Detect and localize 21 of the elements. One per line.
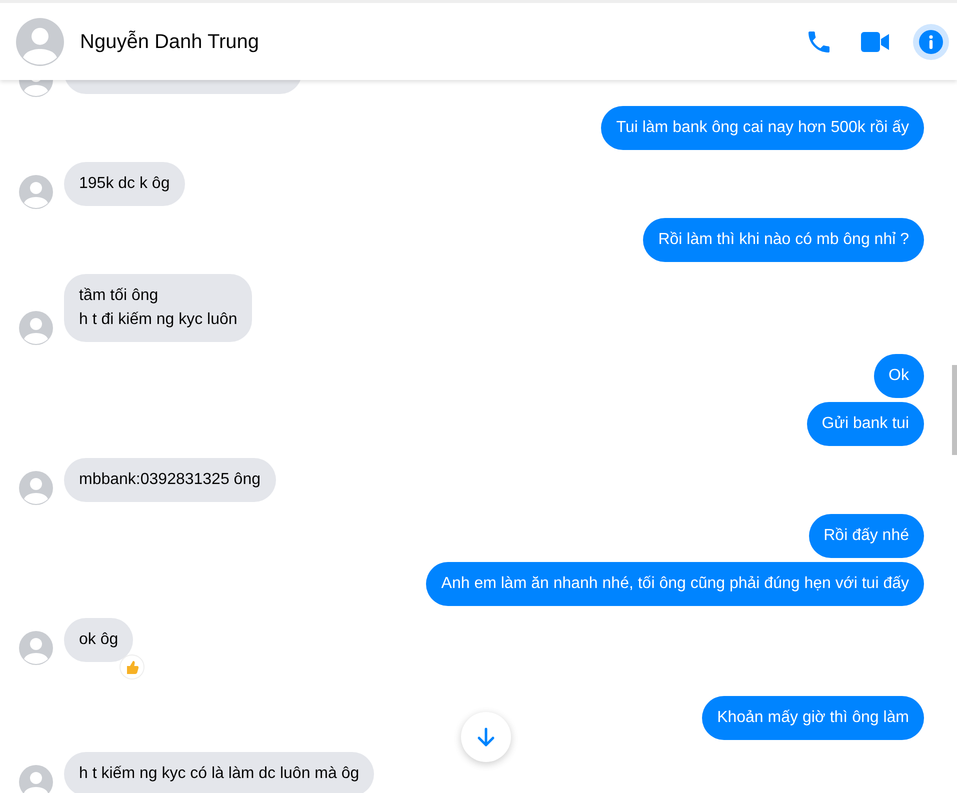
avatar-icon: [19, 175, 53, 209]
message-bubble: Tui làm bank ông cai nay hơn 500k rồi ấy: [601, 106, 924, 150]
info-button[interactable]: [913, 24, 949, 60]
message-bubble: tầm tối ông h t đi kiếm ng kyc luôn: [64, 274, 252, 342]
message-bubble: Gửi bank tui: [806, 402, 924, 446]
message-bubble: 195k dc k ôg: [64, 162, 185, 206]
scrollbar-thumb[interactable]: [952, 365, 957, 455]
arrow-down-icon: [475, 726, 497, 748]
avatar-icon: [19, 471, 53, 505]
message-bubble: Rồi làm thì khi nào có mb ông nhỉ ?: [643, 218, 924, 262]
avatar-icon: [16, 18, 64, 66]
contact-name: Nguyễn Danh Trung: [80, 30, 260, 54]
message-bubble: Rồi đấy nhé: [808, 514, 924, 558]
scroll-down-button[interactable]: [461, 712, 511, 762]
message-bubble: Khoản mấy giờ thì ông làm: [702, 696, 924, 740]
avatar-icon: [19, 311, 53, 345]
message-bubble: h t kiếm ng kyc có là làm dc luôn mà ôg: [64, 752, 374, 793]
message-bubble: Anh em làm ăn nhanh nhé, tối ông cũng phải đúng hẹn với tui đấy: [426, 562, 924, 606]
avatar-icon: [19, 631, 53, 665]
message-bubble: Ok: [874, 354, 924, 398]
message-bubble: mbbank:0392831325 ông: [64, 458, 276, 502]
